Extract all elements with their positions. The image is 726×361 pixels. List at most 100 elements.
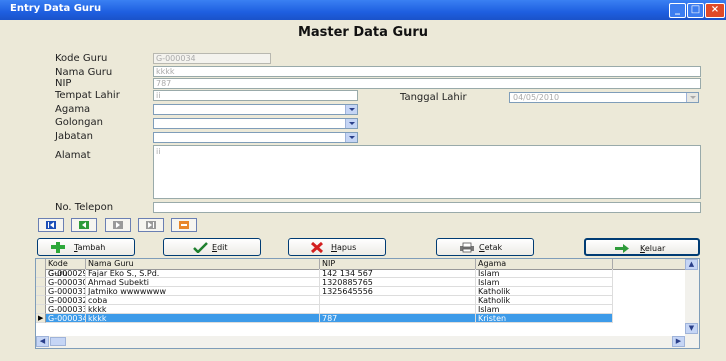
chevron-down-icon[interactable] <box>686 93 698 102</box>
cetak-label: Cetak <box>479 243 503 252</box>
horizontal-scrollbar[interactable]: ◀ ▶ <box>36 336 699 348</box>
row-indicator-header <box>36 259 46 269</box>
keluar-button[interactable]: Keluar <box>584 238 700 256</box>
delete-icon <box>310 242 324 253</box>
cell-nama: Ahmad Subekti <box>86 278 320 287</box>
no-telepon-label: No. Telepon <box>55 202 114 213</box>
cell-kode: G-000030 <box>46 278 86 287</box>
jabatan-label: Jabatan <box>55 131 93 142</box>
previous-record-button[interactable] <box>71 218 97 232</box>
golongan-dropdown[interactable] <box>153 118 358 129</box>
tanggal-lahir-picker[interactable]: 04/05/2010 <box>509 92 699 103</box>
cell-agama: Islam <box>476 269 613 278</box>
cell-agama: Islam <box>476 278 613 287</box>
hapus-button[interactable]: Hapus <box>288 238 386 256</box>
scroll-left-icon[interactable]: ◀ <box>36 336 49 347</box>
column-header-nip[interactable]: NIP <box>320 259 476 269</box>
jabatan-dropdown[interactable] <box>153 132 358 143</box>
window-title: Entry Data Guru <box>10 3 102 14</box>
cell-nama: Fajar Eko S., S.Pd. <box>86 269 320 278</box>
title-bar[interactable]: Entry Data Guru _ □ × <box>0 0 726 20</box>
edit-label: Edit <box>212 243 228 252</box>
column-header-kode-guru[interactable]: Kode Guru <box>46 259 86 278</box>
chevron-down-icon[interactable] <box>345 119 357 128</box>
close-icon: × <box>710 4 720 15</box>
data-grid[interactable]: Kode Guru Nama Guru NIP Agama G-000029 F… <box>35 258 700 349</box>
previous-icon <box>79 221 89 229</box>
cetak-button[interactable]: Cetak <box>436 238 534 256</box>
cell-kode: G-000034 <box>46 314 86 323</box>
current-row-icon[interactable]: ▶ <box>36 314 46 323</box>
minimize-button[interactable]: _ <box>669 3 686 18</box>
vertical-scrollbar[interactable]: ▲ ▼ <box>685 259 699 348</box>
tempat-lahir-field[interactable]: ii <box>153 90 358 101</box>
chevron-down-icon[interactable] <box>345 133 357 142</box>
nip-label: NIP <box>55 78 72 89</box>
entry-data-guru-window: Entry Data Guru _ □ × Master Data Guru K… <box>0 0 726 361</box>
no-telepon-field[interactable] <box>153 202 701 213</box>
agama-dropdown[interactable] <box>153 104 358 115</box>
nip-field[interactable]: 787 <box>153 78 701 89</box>
row-indicator[interactable] <box>36 278 46 287</box>
tanggal-lahir-value: 04/05/2010 <box>513 93 560 102</box>
column-header-agama[interactable]: Agama <box>476 259 613 269</box>
row-indicator[interactable] <box>36 269 46 278</box>
table-row[interactable]: G-000030 Ahmad Subekti 1320885765 Islam <box>36 278 699 287</box>
alamat-label: Alamat <box>55 150 91 161</box>
column-header-nama-guru[interactable]: Nama Guru <box>86 259 320 269</box>
keluar-label: Keluar <box>640 244 666 253</box>
agama-label: Agama <box>55 104 91 115</box>
table-row[interactable]: G-000031 Jatmiko wwwwwww 1325645556 Kath… <box>36 287 699 296</box>
cell-kode: G-000033 <box>46 305 86 314</box>
row-indicator[interactable] <box>36 287 46 296</box>
row-indicator[interactable] <box>36 296 46 305</box>
first-record-button[interactable] <box>38 218 64 232</box>
table-row[interactable]: G-000029 Fajar Eko S., S.Pd. 142 134 567… <box>36 269 699 278</box>
row-indicator[interactable] <box>36 305 46 314</box>
hapus-label: Hapus <box>331 243 357 252</box>
cell-nip: 1320885765 <box>320 278 476 287</box>
nama-guru-label: Nama Guru <box>55 67 113 78</box>
tanggal-lahir-label: Tanggal Lahir <box>400 92 467 103</box>
alamat-textarea[interactable]: ii <box>153 145 701 199</box>
golongan-label: Golongan <box>55 117 103 128</box>
maximize-icon: □ <box>690 4 701 15</box>
refresh-button[interactable] <box>171 218 197 232</box>
next-record-button[interactable] <box>105 218 131 232</box>
cell-agama: Kristen <box>476 314 613 323</box>
horizontal-scroll-thumb[interactable] <box>50 337 66 346</box>
cell-nip: 142 134 567 <box>320 269 476 278</box>
table-row[interactable]: G-000033 kkkk Islam <box>36 305 699 314</box>
last-record-button[interactable] <box>138 218 164 232</box>
tempat-lahir-label: Tempat Lahir <box>55 90 120 101</box>
table-row[interactable]: G-000032 coba Katholik <box>36 296 699 305</box>
exit-arrow-icon <box>615 244 629 253</box>
cell-nama: kkkk <box>86 314 320 323</box>
page-title: Master Data Guru <box>297 25 429 40</box>
cell-nip: 787 <box>320 314 476 323</box>
chevron-down-icon[interactable] <box>345 105 357 114</box>
edit-button[interactable]: Edit <box>163 238 261 256</box>
scroll-right-icon[interactable]: ▶ <box>672 336 685 347</box>
kode-guru-field[interactable]: G-000034 <box>153 53 271 64</box>
close-button[interactable]: × <box>705 3 725 18</box>
nama-guru-field[interactable]: kkkk <box>153 66 701 77</box>
cell-nip <box>320 296 476 305</box>
minimize-icon: _ <box>675 4 680 15</box>
refresh-icon <box>179 221 189 229</box>
tambah-button[interactable]: Tambah <box>37 238 135 256</box>
next-icon <box>113 221 123 229</box>
cell-nama: coba <box>86 296 320 305</box>
plus-icon <box>51 242 65 253</box>
first-icon <box>46 221 56 229</box>
cell-nama: Jatmiko wwwwwww <box>86 287 320 296</box>
maximize-button[interactable]: □ <box>687 3 704 18</box>
cell-agama: Katholik <box>476 296 613 305</box>
cell-nip <box>320 305 476 314</box>
cell-kode: G-000029 <box>46 269 86 278</box>
cell-kode: G-000031 <box>46 287 86 296</box>
last-icon <box>146 221 156 229</box>
scroll-up-icon[interactable]: ▲ <box>685 259 698 270</box>
scroll-down-icon[interactable]: ▼ <box>685 323 698 334</box>
table-row-selected[interactable]: ▶ G-000034 kkkk 787 Kristen <box>36 314 699 323</box>
